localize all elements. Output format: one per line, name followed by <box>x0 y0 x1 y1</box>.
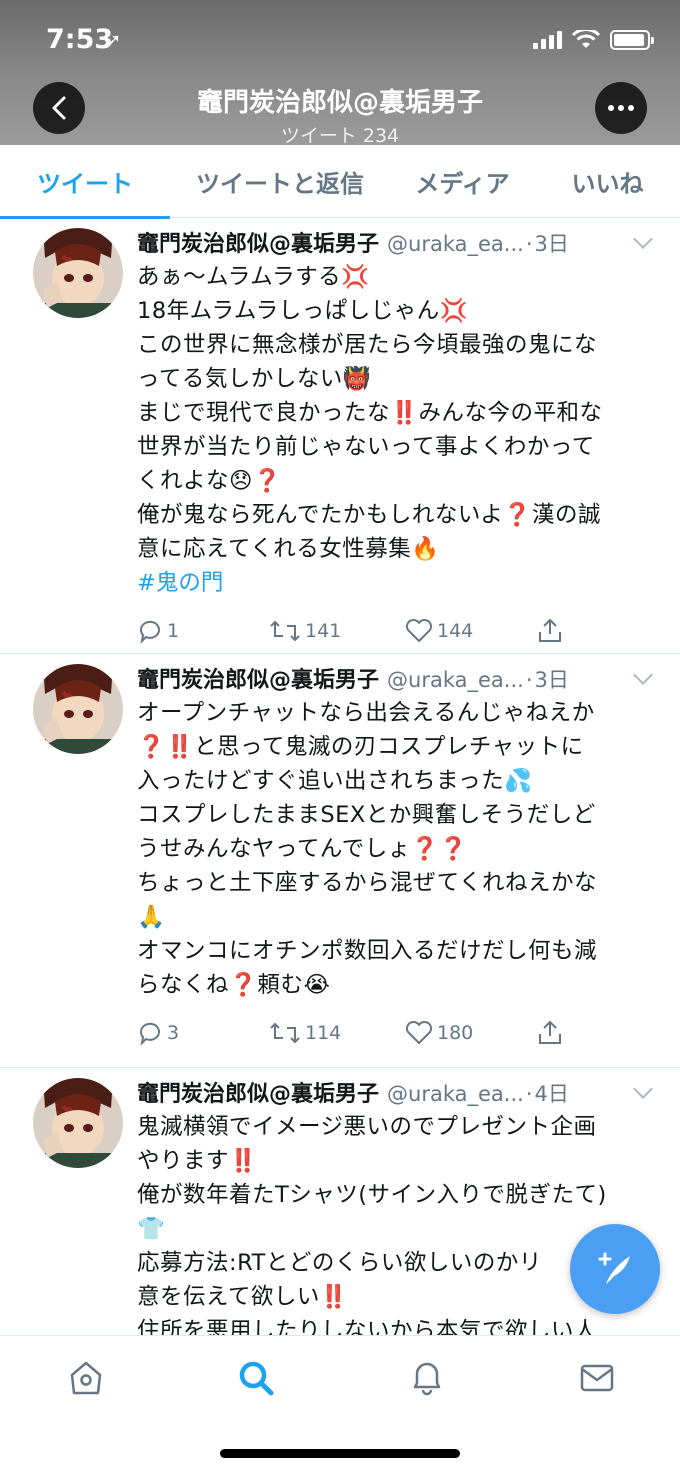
heart-icon <box>405 618 433 642</box>
location-arrow-icon: ➚ <box>106 30 122 51</box>
home-icon[interactable] <box>66 1358 106 1398</box>
reply-button[interactable]: 1 <box>137 618 269 644</box>
avatar[interactable] <box>33 664 123 754</box>
tweet-author-handle: @uraka_ea... <box>387 668 524 692</box>
tweet-author-name[interactable]: 竈門炭治郎似@裏垢男子 <box>137 226 379 258</box>
tab-likes[interactable]: いいね <box>535 145 680 218</box>
tweet-count: ツイート 234 <box>280 125 400 147</box>
retweet-count: 114 <box>305 1022 342 1044</box>
reply-icon <box>139 1022 160 1046</box>
like-button[interactable]: 144 <box>405 618 537 644</box>
tweet-header: 竈門炭治郎似@裏垢男子 @uraka_ea... · 3日 <box>137 662 660 696</box>
share-button[interactable] <box>537 618 563 644</box>
share-icon <box>539 618 561 642</box>
more-icon <box>608 105 614 111</box>
reply-count: 1 <box>167 620 180 642</box>
tweet-header: 竈門炭治郎似@裏垢男子 @uraka_ea... · 3日 <box>137 226 660 260</box>
reply-icon <box>139 620 160 644</box>
page-title: 竈門炭治郎似@裏垢男子 <box>196 88 483 118</box>
tweet-actions: 1 141 144 <box>137 600 660 662</box>
tweet[interactable]: 竈門炭治郎似@裏垢男子 @uraka_ea... · 3日 あぁ〜ムラムラする💢… <box>0 218 680 654</box>
tab-media[interactable]: メディア <box>390 145 535 218</box>
wifi-icon <box>572 30 600 48</box>
tweet-author-handle: @uraka_ea... <box>387 232 524 256</box>
profile-header: 7:53 ➚ 竈門炭治郎似@裏垢男子 ツイート 234 <box>0 0 680 148</box>
compose-tweet-icon <box>598 1252 630 1284</box>
tab-tweets[interactable]: ツイート <box>0 145 170 219</box>
separator: · <box>525 668 533 692</box>
reply-count: 3 <box>167 1022 180 1044</box>
tweet-time: 3日 <box>534 232 569 256</box>
retweet-button[interactable]: 141 <box>269 618 405 644</box>
tweet-text: あぁ〜ムラムラする💢 18年ムラムラしっぱしじゃん💢 この世界に無念様が居たら今… <box>137 264 603 562</box>
share-button[interactable] <box>537 1020 563 1046</box>
signal-icon <box>533 31 562 49</box>
tweet-actions: 3 114 180 <box>137 1002 660 1064</box>
compose-tweet-button[interactable] <box>570 1224 660 1314</box>
like-button[interactable]: 180 <box>405 1020 537 1046</box>
battery-icon <box>610 30 654 50</box>
heart-icon <box>405 1020 433 1044</box>
avatar[interactable] <box>33 1078 123 1168</box>
more-button[interactable] <box>595 82 647 134</box>
tweet-author-handle: @uraka_ea... <box>387 1082 524 1106</box>
tweet-time: 4日 <box>534 1082 569 1106</box>
separator: · <box>525 232 533 256</box>
reply-button[interactable]: 3 <box>137 1020 269 1046</box>
like-count: 180 <box>437 1022 474 1044</box>
notifications-icon[interactable] <box>407 1358 447 1398</box>
status-time: 7:53 <box>46 24 114 55</box>
tweet-feed: 竈門炭治郎似@裏垢男子 @uraka_ea... · 3日 あぁ〜ムラムラする💢… <box>0 218 680 1335</box>
separator: · <box>525 1082 533 1106</box>
share-icon <box>539 1020 561 1044</box>
tab-tweets-replies[interactable]: ツイートと返信 <box>170 145 390 218</box>
tweet-header: 竈門炭治郎似@裏垢男子 @uraka_ea... · 4日 <box>137 1076 660 1110</box>
profile-tabs: ツイート ツイートと返信 メディア いいね <box>0 145 680 219</box>
retweet-icon <box>270 620 300 642</box>
retweet-icon <box>270 1022 300 1044</box>
retweet-count: 141 <box>305 620 342 642</box>
messages-icon[interactable] <box>577 1358 617 1398</box>
status-icons <box>533 30 654 50</box>
avatar[interactable] <box>33 228 123 318</box>
header-title-group: 竈門炭治郎似@裏垢男子 ツイート 234 <box>0 82 680 148</box>
tweet-author-name[interactable]: 竈門炭治郎似@裏垢男子 <box>137 662 379 694</box>
retweet-button[interactable]: 114 <box>269 1020 405 1046</box>
home-indicator <box>220 1449 460 1458</box>
like-count: 144 <box>437 620 474 642</box>
hashtag-link[interactable]: #鬼の門 <box>137 566 660 600</box>
tweet-author-name[interactable]: 竈門炭治郎似@裏垢男子 <box>137 1076 379 1108</box>
tweet[interactable]: 竈門炭治郎似@裏垢男子 @uraka_ea... · 3日 オープンチャットなら… <box>0 654 680 1068</box>
tweet-text: 鬼滅横領でイメージ悪いのでプレゼント企画 やります‼️ 俺が数年着たTシャツ(サ… <box>137 1114 607 1335</box>
tweet-time: 3日 <box>534 668 569 692</box>
tweet-text: オープンチャットなら出会えるんじゃねえか ❓‼️と思って鬼滅の刃コスプレチャット… <box>137 700 598 998</box>
search-icon[interactable] <box>236 1358 276 1398</box>
